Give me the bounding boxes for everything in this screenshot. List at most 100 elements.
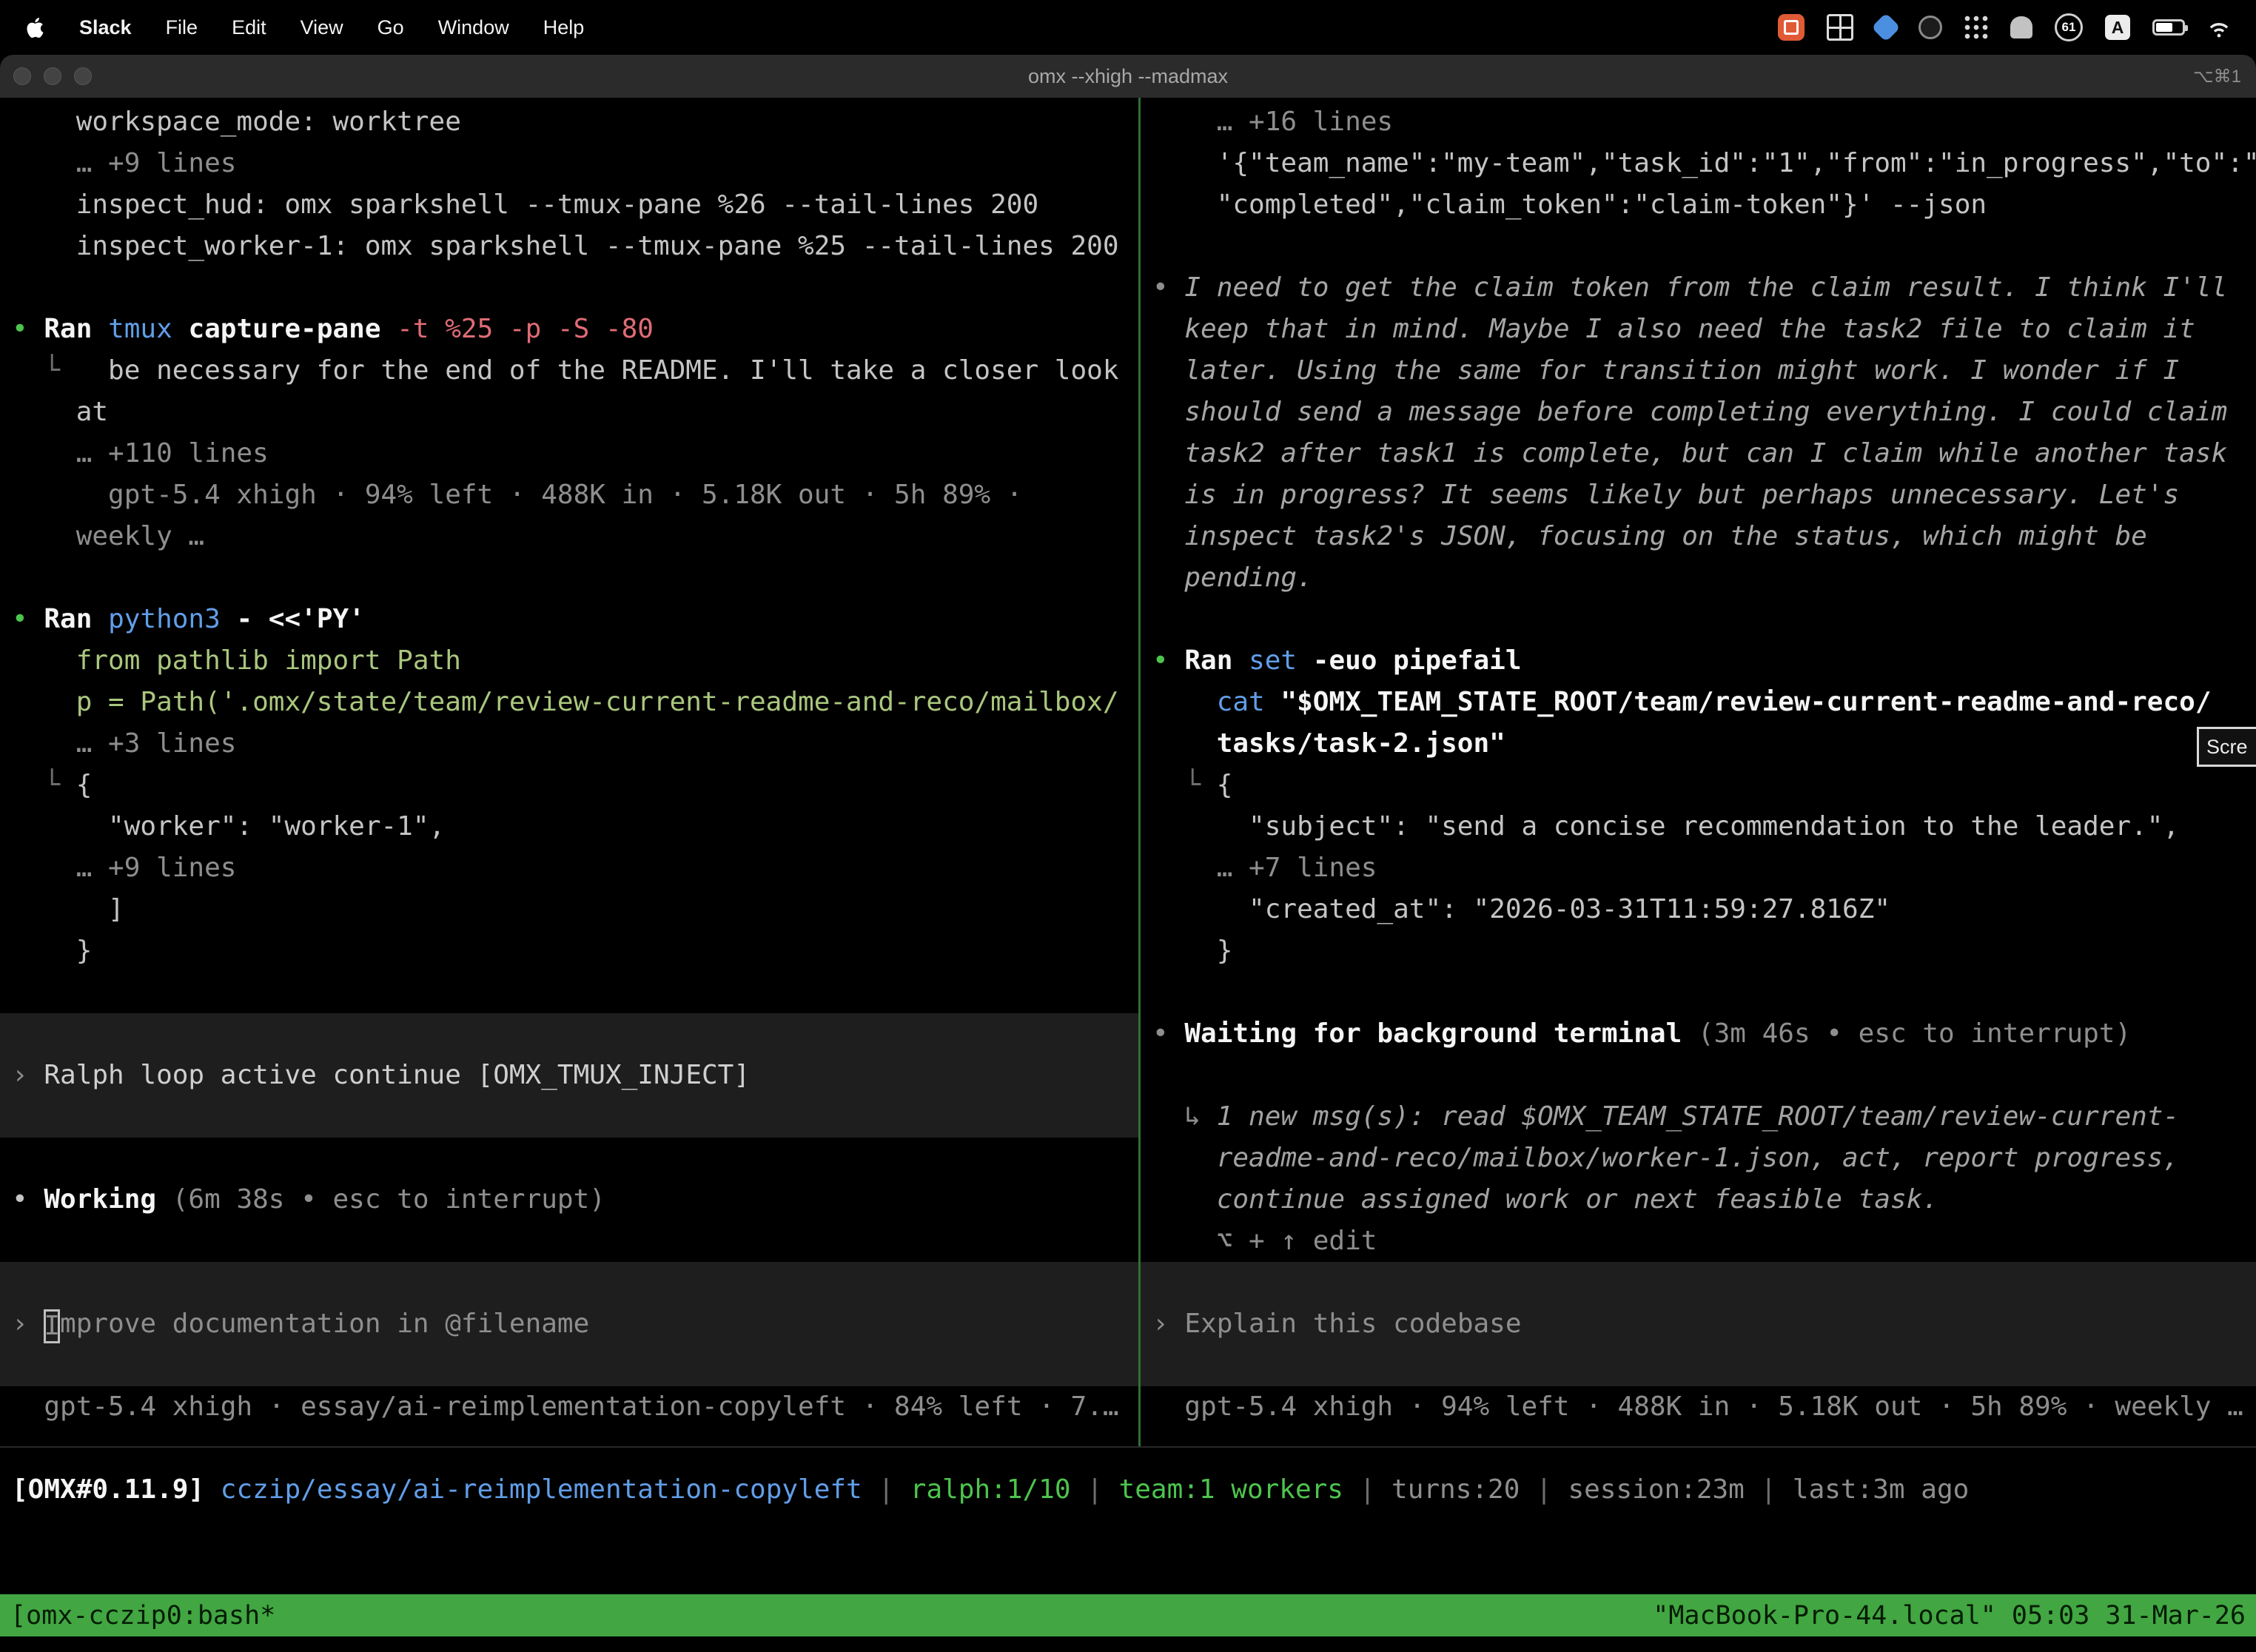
- terminal-line: workspace_mode: worktree: [12, 101, 1127, 143]
- menu-app-name[interactable]: Slack: [79, 16, 132, 39]
- text-segment: … +7 lines: [1152, 853, 1377, 883]
- thinking-paragraph: • I need to get the claim token from the…: [1152, 267, 2244, 599]
- text-segment: - <<'PY': [236, 604, 364, 634]
- terminal-line: • Ran set -euo pipefail: [1152, 640, 2244, 682]
- text-segment: |: [1520, 1474, 1568, 1505]
- terminal-line: • Ran tmux capture-pane -t %25 -p -S -80: [12, 309, 1127, 350]
- app-grid-icon[interactable]: [1964, 16, 1988, 39]
- bullet: •: [1152, 645, 1184, 676]
- input-source-icon[interactable]: A: [2105, 15, 2130, 40]
- menu-item-go[interactable]: Go: [377, 16, 404, 39]
- text-segment: capture-pane: [188, 314, 397, 344]
- blank-line: [1152, 599, 2244, 640]
- terminal-line: from pathlib import Path: [12, 640, 1127, 682]
- text-segment: ›: [1152, 1303, 1184, 1345]
- bullet: •: [12, 1184, 44, 1215]
- terminal-line: "worker": "worker-1",: [12, 806, 1127, 847]
- text-segment: "worker": "worker-1",: [12, 811, 445, 842]
- screen-recording-indicator-icon[interactable]: [1778, 14, 1805, 41]
- text-segment: └: [1152, 770, 1217, 800]
- text-segment: {: [1217, 770, 1233, 800]
- apple-logo-icon: [25, 18, 45, 38]
- minimize-button[interactable]: [44, 67, 61, 85]
- battery-fill: [2156, 23, 2172, 32]
- text-segment: Ran: [1184, 645, 1249, 676]
- terminal-line: … +16 lines: [1152, 101, 2244, 143]
- text-segment: Ran: [44, 604, 108, 634]
- circle-app-icon[interactable]: [1918, 16, 1942, 39]
- text-segment: inspect_hud: omx sparkshell --tmux-pane …: [12, 189, 1038, 220]
- text-segment: mprove documentation in @filename: [60, 1303, 589, 1345]
- text-segment: "completed","claim_token":"claim-token"}…: [1152, 189, 1987, 220]
- terminal-line: • Ran python3 - <<'PY': [12, 599, 1127, 640]
- window-titlebar[interactable]: omx --xhigh --madmax ⌥⌘1: [0, 55, 2256, 98]
- hud-status-right: gpt-5.4 xhigh · 94% left · 488K in · 5.1…: [1152, 1386, 2244, 1428]
- text-segment: Ran: [44, 314, 108, 344]
- text-segment: gpt-5.4 xhigh · essay/ai-reimplementatio…: [12, 1391, 1119, 1422]
- text-segment: gpt-5.4 xhigh · 94% left · 488K in · 5.1…: [1152, 1391, 2243, 1422]
- battery-percentage-badge[interactable]: 61: [2055, 13, 2083, 41]
- repo-branch: cczip/essay/ai-reimplementation-copyleft: [221, 1474, 862, 1505]
- tmux-status-bar: [omx-cczip0:bash* "MacBook-Pro-44.local"…: [0, 1594, 2256, 1636]
- ralph-loop-banner: › Ralph loop active continue [OMX_TMUX_I…: [0, 1013, 1138, 1138]
- terminal-line: weekly …: [12, 516, 1127, 557]
- text-segment: inspect_worker-1: omx sparkshell --tmux-…: [12, 231, 1119, 261]
- bullet: •: [1152, 267, 1184, 599]
- window-grid-icon[interactable]: [1827, 14, 1853, 41]
- text-segment: ›: [12, 1055, 44, 1096]
- text-segment: p = Path('.omx/state/team/review-current…: [12, 687, 1119, 717]
- terminal-line: at: [12, 392, 1127, 433]
- menu-item-window[interactable]: Window: [438, 16, 509, 39]
- window-title: omx --xhigh --madmax: [1028, 65, 1228, 88]
- text-segment: ›: [12, 1303, 44, 1345]
- menu-item-help[interactable]: Help: [543, 16, 585, 39]
- omx-status-line: [OMX#0.11.9] cczip/essay/ai-reimplementa…: [0, 1469, 2256, 1511]
- blank-line: [12, 1138, 1127, 1179]
- blank-line: [1152, 972, 2244, 1013]
- terminal-line: └ be necessary for the end of the README…: [12, 350, 1127, 392]
- battery-icon[interactable]: [2152, 19, 2185, 36]
- text-segment: from pathlib import Path: [12, 645, 461, 676]
- terminal-line: • Working (6m 38s • esc to interrupt): [12, 1179, 1127, 1220]
- terminal-line: … +7 lines: [1152, 847, 2244, 889]
- tmux-pane-right[interactable]: … +16 lines '{"team_name":"my-team","tas…: [1141, 98, 2256, 1446]
- tmux-host-clock: "MacBook-Pro-44.local" 05:03 31-Mar-26: [1653, 1601, 2246, 1631]
- raycast-icon[interactable]: [1871, 13, 1901, 42]
- apple-menu-icon[interactable]: [25, 18, 45, 38]
- text-segment: ]: [12, 894, 124, 924]
- menu-item-file[interactable]: File: [166, 16, 198, 39]
- blank-line: [12, 1220, 1127, 1262]
- close-button[interactable]: [13, 67, 31, 85]
- prompt-input-left[interactable]: › Improve documentation in @filename: [0, 1262, 1138, 1386]
- blank-line: [1152, 226, 2244, 267]
- blank-line: [12, 557, 1127, 599]
- text-segment: … +9 lines: [12, 853, 236, 883]
- terminal-line: "subject": "send a concise recommendatio…: [1152, 806, 2244, 847]
- terminal-line: • Waiting for background terminal (3m 46…: [1152, 1013, 2244, 1055]
- last-activity: last:3m ago: [1793, 1474, 1969, 1505]
- terminal-line: … +9 lines: [12, 847, 1127, 889]
- terminal-line: inspect_hud: omx sparkshell --tmux-pane …: [12, 184, 1127, 226]
- terminal-line: … +3 lines: [12, 723, 1127, 765]
- tmux-pane-left[interactable]: workspace_mode: worktree … +9 lines insp…: [0, 98, 1138, 1446]
- terminal-line: … +9 lines: [12, 143, 1127, 184]
- terminal-line: … +110 lines: [12, 433, 1127, 474]
- hud-status-left: gpt-5.4 xhigh · essay/ai-reimplementatio…: [12, 1386, 1127, 1428]
- terminal-line: └ {: [12, 765, 1127, 806]
- terminal-line: '{"team_name":"my-team","task_id":"1","f…: [1152, 143, 2244, 184]
- menu-item-edit[interactable]: Edit: [232, 16, 266, 39]
- prompt-input-right[interactable]: › Explain this codebase: [1141, 1262, 2256, 1386]
- menu-item-view[interactable]: View: [301, 16, 343, 39]
- terminal-line: p = Path('.omx/state/team/review-current…: [12, 682, 1127, 723]
- terminal-line: "created_at": "2026-03-31T11:59:27.816Z": [1152, 889, 2244, 930]
- text-segment: ⌥ + ↑ edit: [1152, 1226, 1377, 1256]
- text-segment: gpt-5.4 xhigh · 94% left · 488K in · 5.1…: [12, 480, 1022, 510]
- zoom-button[interactable]: [74, 67, 92, 85]
- text-segment: |: [1745, 1474, 1793, 1505]
- blank-line: [1152, 1055, 2244, 1096]
- terminal-line: }: [12, 930, 1127, 972]
- text-segment: Ralph loop active continue [OMX_TMUX_INJ…: [44, 1055, 750, 1096]
- assistant-app-icon[interactable]: [2010, 16, 2032, 38]
- wifi-icon[interactable]: [2207, 16, 2231, 39]
- text-segment: be necessary for the end of the README. …: [108, 355, 1118, 386]
